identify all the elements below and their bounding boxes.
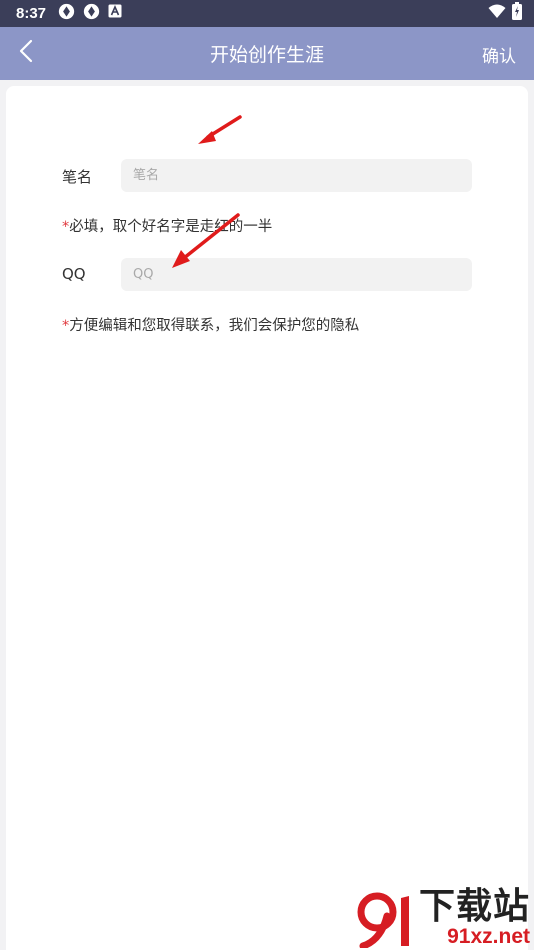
logo-mark-icon [357,892,409,948]
watermark-logo-text: 下载站 [418,886,530,927]
status-notification-icons [58,3,122,25]
aperture-icon [83,3,100,25]
aperture-icon [58,3,75,25]
wifi-icon [488,4,506,24]
chevron-left-icon [19,39,33,67]
battery-charging-icon [512,2,522,25]
watermark-site: 91xz.net [447,925,530,948]
back-button[interactable] [12,39,40,67]
status-bar: 8:37 [0,0,534,27]
watermark-logo: 下载站 91xz.net [357,888,530,948]
qq-hint-text: 方便编辑和您取得联系，我们会保护您的隐私 [69,318,360,334]
pen-name-label: 笔名 [62,168,93,186]
qq-hint: *方便编辑和您取得联系，我们会保护您的隐私 [62,314,359,335]
app-bar: 开始创作生涯 确认 [0,27,534,80]
status-system-icons [488,2,522,25]
confirm-button[interactable]: 确认 [482,42,516,67]
annotation-arrow [198,115,242,144]
annotation-arrow [172,213,240,268]
text-a-icon [108,4,122,23]
status-time: 8:37 [16,5,47,22]
pen-name-input[interactable] [121,159,472,192]
form-card: 笔名 *必填，取个好名字是走红的一半 QQ *方便编辑和您取得联系，我们会保护您… [6,86,528,950]
page-title: 开始创作生涯 [209,44,324,66]
qq-label: QQ [62,265,86,283]
